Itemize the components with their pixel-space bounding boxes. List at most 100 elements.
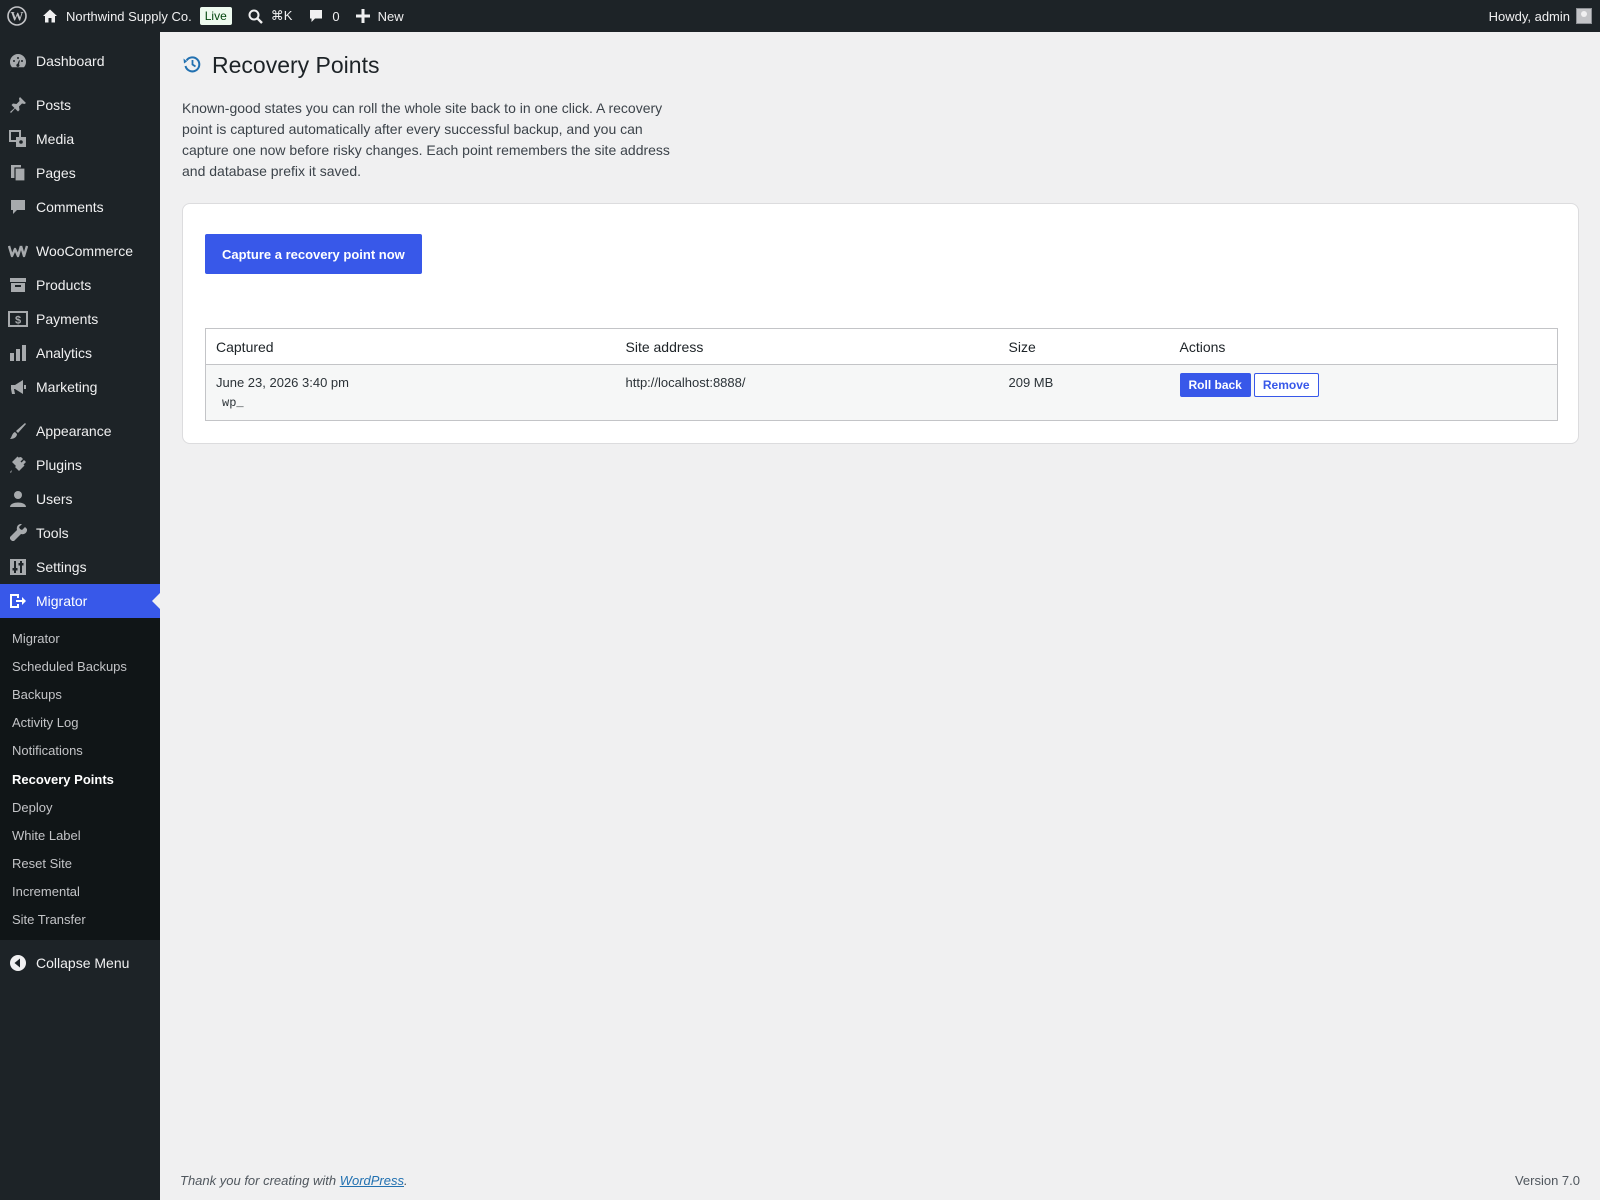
submenu-item-scheduled-backups[interactable]: Scheduled Backups <box>0 652 160 680</box>
column-header-actions: Actions <box>1169 328 1558 365</box>
history-icon <box>182 54 202 77</box>
menu-item-media[interactable]: Media <box>0 122 160 156</box>
wordpress-link[interactable]: WordPress <box>340 1173 404 1188</box>
menu-item-dashboard[interactable]: Dashboard <box>0 44 160 78</box>
woo-icon <box>8 241 28 261</box>
comment-bubble-icon <box>308 8 324 24</box>
menu-item-tools[interactable]: Tools <box>0 516 160 550</box>
table-header-row: Captured Site address Size Actions <box>205 328 1558 365</box>
collapse-menu-button[interactable]: Collapse Menu <box>0 946 160 980</box>
menu-item-payments[interactable]: $ Payments <box>0 302 160 336</box>
home-icon <box>42 8 58 24</box>
menu-item-products[interactable]: Products <box>0 268 160 302</box>
recovery-points-card: Capture a recovery point now Captured Si… <box>182 203 1579 444</box>
remove-button[interactable]: Remove <box>1253 373 1319 397</box>
my-account[interactable]: Howdy, admin <box>1489 0 1600 32</box>
menu-label: Marketing <box>36 379 98 395</box>
svg-text:$: $ <box>15 315 21 327</box>
dollar-icon: $ <box>8 309 28 329</box>
collapse-arrow-icon <box>8 953 28 973</box>
menu-label: Users <box>36 491 73 507</box>
submenu-item-deploy[interactable]: Deploy <box>0 793 160 821</box>
menu-item-analytics[interactable]: Analytics <box>0 336 160 370</box>
admin-bar: W Northwind Supply Co. Live ⌘K 0 New How… <box>0 0 1600 32</box>
new-content-link[interactable]: New <box>348 0 412 32</box>
menu-item-settings[interactable]: Settings <box>0 550 160 584</box>
menu-label: Payments <box>36 311 99 327</box>
howdy-text: Howdy, admin <box>1488 8 1570 24</box>
admin-sidebar: Dashboard Posts Media Pages Comments Woo… <box>0 32 160 1200</box>
comments-link[interactable]: 0 <box>300 0 347 32</box>
submenu-item-migrator[interactable]: Migrator <box>0 624 160 652</box>
menu-label: Products <box>36 277 92 293</box>
cell-size: 209 MB <box>998 364 1170 421</box>
column-header-captured: Captured <box>205 328 616 365</box>
submenu-item-recovery-points[interactable]: Recovery Points <box>0 765 160 793</box>
menu-item-migrator[interactable]: Migrator <box>0 584 160 618</box>
menu-label: Dashboard <box>36 53 105 69</box>
comment-icon <box>8 197 28 217</box>
cell-actions: Roll back Remove <box>1169 364 1558 421</box>
recovery-points-table: Captured Site address Size Actions June … <box>205 328 1558 421</box>
command-search[interactable]: ⌘K <box>240 0 301 32</box>
footer-thanks-suffix: . <box>404 1173 408 1188</box>
capture-recovery-point-button[interactable]: Capture a recovery point now <box>205 234 422 274</box>
menu-label: Migrator <box>36 593 88 609</box>
cell-site-address: http://localhost:8888/ <box>615 364 999 421</box>
dashboard-icon <box>8 51 28 71</box>
menu-item-users[interactable]: Users <box>0 482 160 516</box>
svg-text:W: W <box>11 9 24 24</box>
sliders-icon <box>8 557 28 577</box>
media-icon <box>8 129 28 149</box>
menu-item-pages[interactable]: Pages <box>0 156 160 190</box>
menu-item-comments[interactable]: Comments <box>0 190 160 224</box>
wordpress-logo-icon[interactable]: W <box>0 0 34 32</box>
menu-label: Media <box>36 131 75 147</box>
menu-label: Analytics <box>36 345 93 361</box>
column-header-site-address: Site address <box>615 328 999 365</box>
column-header-size: Size <box>998 328 1170 365</box>
menu-item-posts[interactable]: Posts <box>0 88 160 122</box>
bar-chart-icon <box>8 343 28 363</box>
plug-icon <box>8 455 28 475</box>
menu-label: Settings <box>36 559 87 575</box>
menu-label: WooCommerce <box>36 243 133 259</box>
footer-version: Version 7.0 <box>1514 1173 1580 1188</box>
live-badge: Live <box>199 7 232 25</box>
megaphone-icon <box>8 377 28 397</box>
submenu-item-incremental[interactable]: Incremental <box>0 878 160 906</box>
migrator-submenu: Migrator Scheduled Backups Backups Activ… <box>0 618 160 941</box>
page-title: Recovery Points <box>212 52 380 78</box>
menu-item-plugins[interactable]: Plugins <box>0 448 160 482</box>
captured-date: June 23, 2026 3:40 pm <box>216 375 349 390</box>
menu-item-appearance[interactable]: Appearance <box>0 414 160 448</box>
database-prefix: wp_ <box>222 396 244 410</box>
submenu-item-activity-log[interactable]: Activity Log <box>0 709 160 737</box>
avatar <box>1576 8 1592 24</box>
user-icon <box>8 489 28 509</box>
submenu-item-notifications[interactable]: Notifications <box>0 737 160 765</box>
roll-back-button[interactable]: Roll back <box>1179 373 1251 397</box>
submenu-item-white-label[interactable]: White Label <box>0 821 160 849</box>
submenu-item-site-transfer[interactable]: Site Transfer <box>0 906 160 934</box>
pin-icon <box>8 95 28 115</box>
search-shortcut: ⌘K <box>270 8 293 23</box>
plus-icon <box>355 9 370 23</box>
main-content: Recovery Points Known-good states you ca… <box>160 32 1600 1200</box>
submenu-item-reset-site[interactable]: Reset Site <box>0 850 160 878</box>
submenu-item-backups[interactable]: Backups <box>0 680 160 708</box>
menu-label: Plugins <box>36 457 82 473</box>
footer-thanks: Thank you for creating with WordPress. <box>180 1173 408 1188</box>
menu-label: Appearance <box>36 423 112 439</box>
new-label: New <box>377 8 404 24</box>
menu-item-marketing[interactable]: Marketing <box>0 370 160 404</box>
footer-thanks-prefix: Thank you for creating with <box>180 1173 340 1188</box>
menu-item-woocommerce[interactable]: WooCommerce <box>0 234 160 268</box>
site-name-link[interactable]: Northwind Supply Co. Live <box>34 0 240 32</box>
site-name: Northwind Supply Co. <box>66 8 192 24</box>
archive-icon <box>8 275 28 295</box>
wrench-icon <box>8 523 28 543</box>
cell-captured: June 23, 2026 3:40 pm wp_ <box>205 364 616 421</box>
brush-icon <box>8 421 28 441</box>
migrate-icon <box>8 591 28 611</box>
